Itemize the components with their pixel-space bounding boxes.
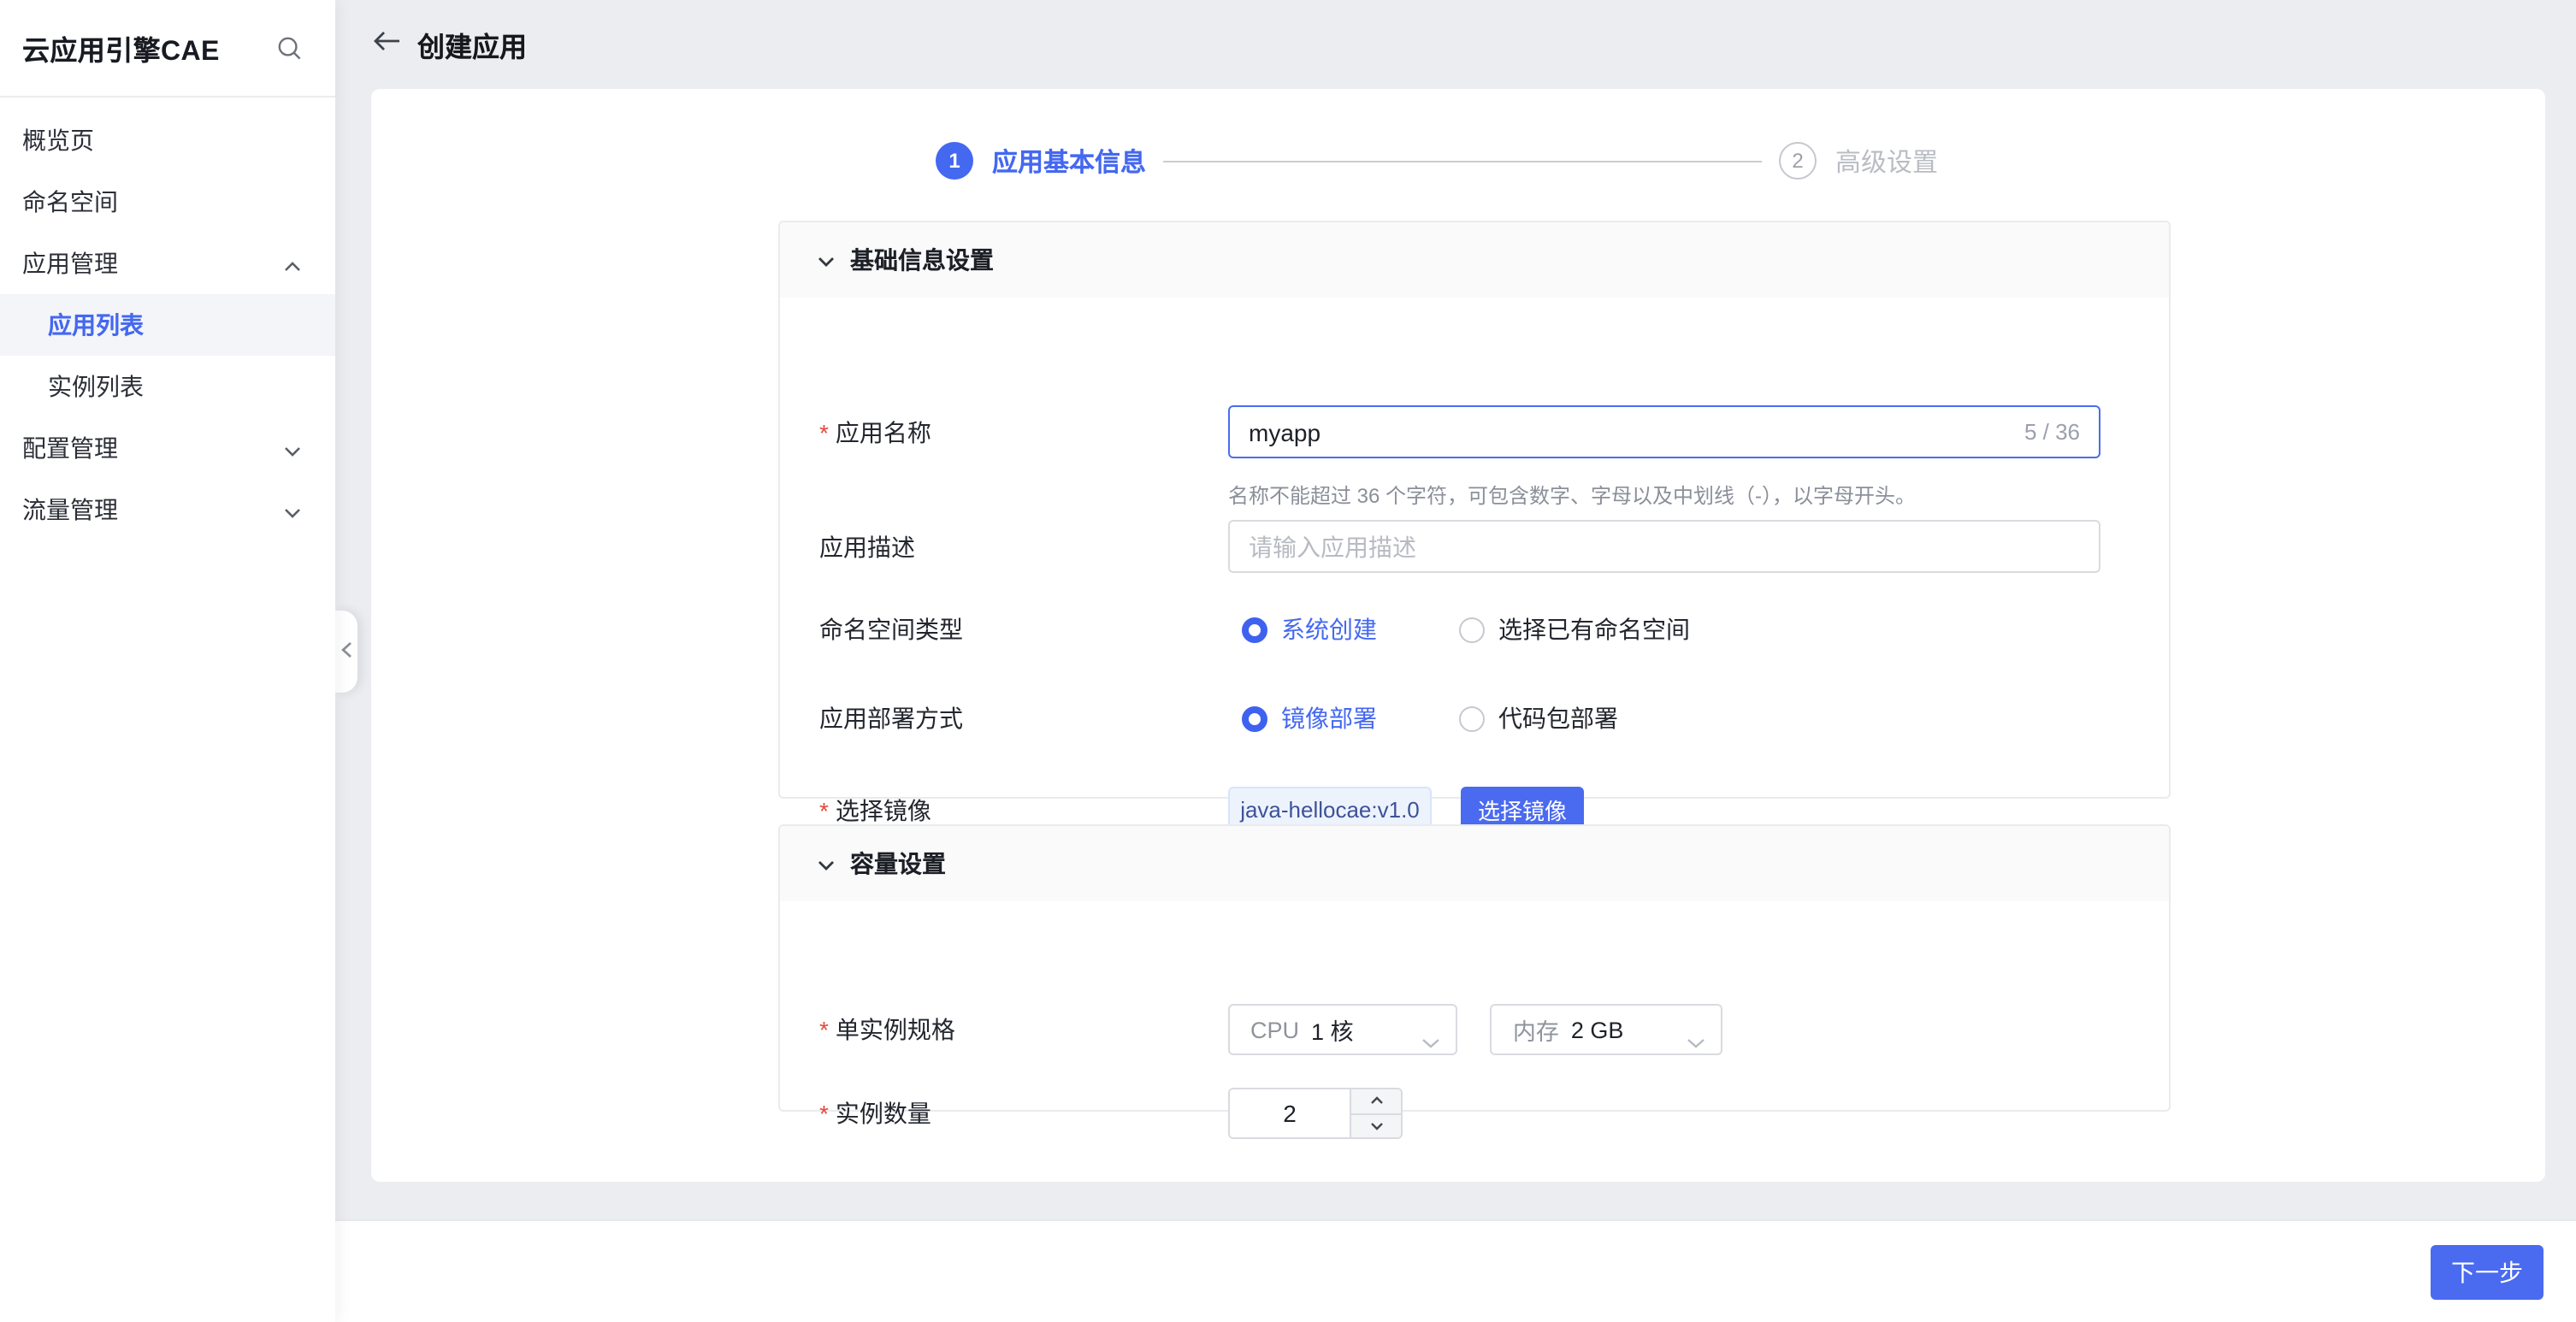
sidebar-item-label: 配置管理	[22, 434, 118, 462]
app-name-label: * 应用名称	[819, 418, 931, 446]
stepper-decrease-button[interactable]	[1351, 1114, 1401, 1137]
page-title: 创建应用	[417, 34, 528, 63]
radio-system-create[interactable]: 系统创建	[1228, 612, 1377, 646]
sidebar-item-traffic-management[interactable]: 流量管理	[0, 479, 335, 540]
back-button[interactable]	[373, 29, 400, 60]
radio-image-deploy[interactable]: 镜像部署	[1228, 701, 1377, 735]
required-asterisk: *	[819, 796, 829, 823]
radio-off-icon	[1459, 617, 1485, 642]
instance-count-label: * 实例数量	[819, 1100, 931, 1127]
create-app-card: 1 应用基本信息 2 高级设置 基础信息设置 * 应用名称 myapp 5 / …	[371, 89, 2545, 1182]
required-asterisk: *	[819, 1016, 829, 1043]
radio-off-icon	[1459, 705, 1485, 731]
radio-on-icon	[1242, 705, 1267, 731]
section-title: 基础信息设置	[850, 246, 994, 274]
section-title: 容量设置	[850, 850, 946, 877]
instance-count-stepper	[1228, 1088, 1403, 1139]
chevron-down-icon	[1687, 1026, 1706, 1057]
step-indicator: 1 应用基本信息 2 高级设置	[936, 142, 1938, 180]
sidebar-collapse-handle[interactable]	[335, 611, 357, 693]
basic-info-header[interactable]: 基础信息设置	[780, 222, 2169, 298]
step-1-label: 应用基本信息	[992, 148, 1147, 177]
app-name-input[interactable]	[1230, 407, 2099, 457]
sidebar-item-instance-list[interactable]: 实例列表	[0, 356, 335, 417]
cae-create-app-page: 云应用引擎CAE 概览页 命名空间 应用管理 应用列表 实例列表 配置管理 流量…	[0, 0, 2576, 1322]
instance-count-input[interactable]	[1230, 1089, 1350, 1137]
app-name-help-text: 名称不能超过 36 个字符，可包含数字、字母以及中划线（-），以字母开头。	[1228, 484, 1917, 508]
sidebar-nav: 概览页 命名空间 应用管理 应用列表 实例列表 配置管理 流量管理	[0, 97, 335, 540]
app-desc-label: 应用描述	[819, 533, 915, 560]
instance-spec-label: * 单实例规格	[819, 1016, 955, 1043]
sidebar-item-label: 概览页	[22, 127, 94, 154]
chevron-left-icon	[340, 636, 352, 667]
basic-info-section: 基础信息设置 * 应用名称 5 / 36 名称不能超过 36 个字符，可包含数字…	[778, 221, 2171, 833]
sidebar: 云应用引擎CAE 概览页 命名空间 应用管理 应用列表 实例列表 配置管理 流量…	[0, 0, 335, 1322]
radio-code-package-deploy[interactable]: 代码包部署	[1445, 701, 1618, 735]
namespace-type-label: 命名空间类型	[819, 616, 963, 643]
sidebar-item-label: 流量管理	[22, 496, 118, 523]
chevron-down-icon	[818, 848, 850, 879]
capacity-header[interactable]: 容量设置	[780, 826, 2169, 901]
stepper-increase-button[interactable]	[1351, 1089, 1401, 1114]
step-2-label: 高级设置	[1835, 148, 1939, 177]
sidebar-item-overview[interactable]: 概览页	[0, 109, 335, 171]
sidebar-header: 云应用引擎CAE	[0, 0, 335, 97]
app-desc-input[interactable]	[1230, 522, 2099, 571]
app-desc-input-box	[1228, 520, 2100, 573]
step-connector-line	[1163, 160, 1763, 162]
chevron-down-icon	[284, 496, 301, 523]
sidebar-item-label: 应用管理	[22, 250, 118, 277]
footer-action-bar: 下一步	[0, 1219, 2576, 1322]
chevron-down-icon	[1421, 1026, 1440, 1057]
chevron-down-icon	[284, 434, 301, 462]
sidebar-item-label: 应用列表	[48, 311, 144, 339]
arrow-left-icon	[373, 29, 400, 60]
chevron-down-icon	[818, 245, 850, 275]
required-asterisk: *	[819, 1100, 829, 1127]
next-step-button[interactable]: 下一步	[2431, 1245, 2544, 1300]
sidebar-item-label: 实例列表	[48, 373, 144, 400]
deploy-type-label: 应用部署方式	[819, 705, 963, 732]
search-icon[interactable]	[277, 35, 303, 61]
sidebar-item-config-management[interactable]: 配置管理	[0, 417, 335, 479]
memory-select[interactable]: 内存 2 GB	[1490, 1004, 1723, 1057]
required-asterisk: *	[819, 418, 829, 446]
app-name-input-box: 5 / 36	[1228, 405, 2100, 458]
sidebar-item-app-management[interactable]: 应用管理	[0, 233, 335, 294]
sidebar-item-app-list[interactable]: 应用列表	[0, 294, 335, 356]
cpu-select[interactable]: CPU 1 核	[1228, 1004, 1457, 1055]
sidebar-item-label: 命名空间	[22, 188, 118, 215]
step-2-circle: 2	[1779, 142, 1817, 180]
capacity-section: 容量设置 * 单实例规格 CPU 1 核 内存 2 GB * 实例数量 2	[778, 824, 2171, 1139]
sidebar-item-namespace[interactable]: 命名空间	[0, 171, 335, 233]
radio-on-icon	[1242, 617, 1267, 642]
radio-existing-namespace[interactable]: 选择已有命名空间	[1445, 612, 1690, 646]
app-title: 云应用引擎CAE	[22, 38, 220, 67]
step-1-circle: 1	[936, 142, 973, 180]
chevron-up-icon	[284, 250, 301, 277]
page-header: 创建应用	[373, 24, 527, 65]
